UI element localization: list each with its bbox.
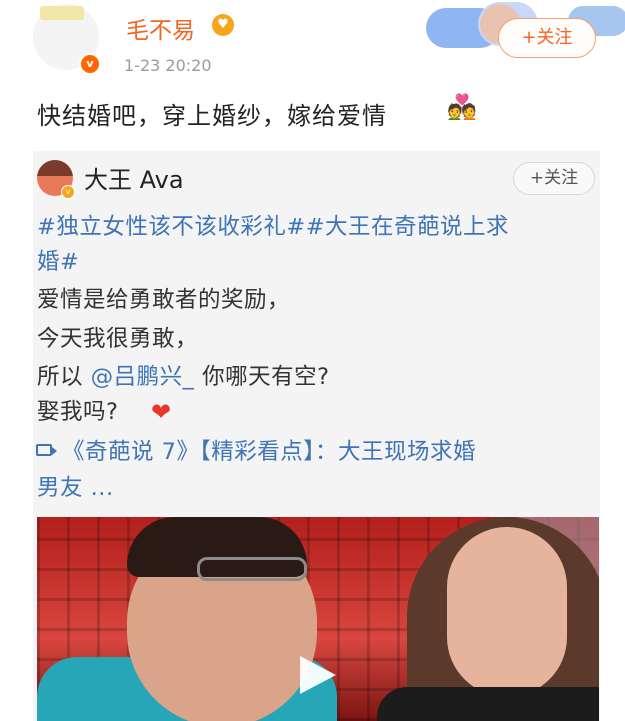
- repost-text-segment: 你哪天有空?: [202, 364, 330, 390]
- video-title-link[interactable]: 《奇葩说 7》【精彩看点】：大王现场求婚: [62, 435, 476, 469]
- hashtag-link[interactable]: #独立女性该不该收彩礼##大王在奇葩说上求: [37, 210, 509, 244]
- video-title-link-continued[interactable]: 男友 ...: [37, 471, 114, 505]
- user-mention-link[interactable]: @吕鹏兴_: [91, 364, 195, 390]
- verified-badge-icon: v: [79, 53, 101, 75]
- repost-text-line: 所以 @吕鹏兴_ 你哪天有空?: [37, 360, 330, 394]
- repost-text-line: 今天我很勇敢，: [37, 326, 199, 352]
- avatar-frame-decoration: [40, 6, 84, 20]
- red-heart-icon: ❤: [151, 398, 172, 426]
- repost-text-line: 爱情是给勇敢者的奖励，: [37, 287, 291, 313]
- hashtag-link-continued[interactable]: 婚#: [37, 245, 79, 279]
- repost-verified-badge-icon: v: [61, 185, 75, 199]
- post-text: 快结婚吧，穿上婚纱，嫁给爱情: [37, 102, 387, 130]
- play-icon[interactable]: [300, 656, 336, 694]
- repost-text-line: 娶我吗?: [37, 399, 119, 425]
- repost-text-segment: 所以: [37, 364, 84, 390]
- follow-button[interactable]: +关注: [498, 18, 596, 58]
- repost-follow-button[interactable]: +关注: [513, 162, 595, 195]
- video-icon: [36, 444, 57, 456]
- vip-badge-icon: ♥: [212, 14, 234, 36]
- repost-author-name[interactable]: 大王 Ava: [84, 160, 184, 195]
- wedding-couple-emoji-icon: 💑: [447, 93, 477, 121]
- post-timestamp: 1-23 20:20: [124, 56, 212, 75]
- author-name[interactable]: 毛不易: [126, 11, 195, 45]
